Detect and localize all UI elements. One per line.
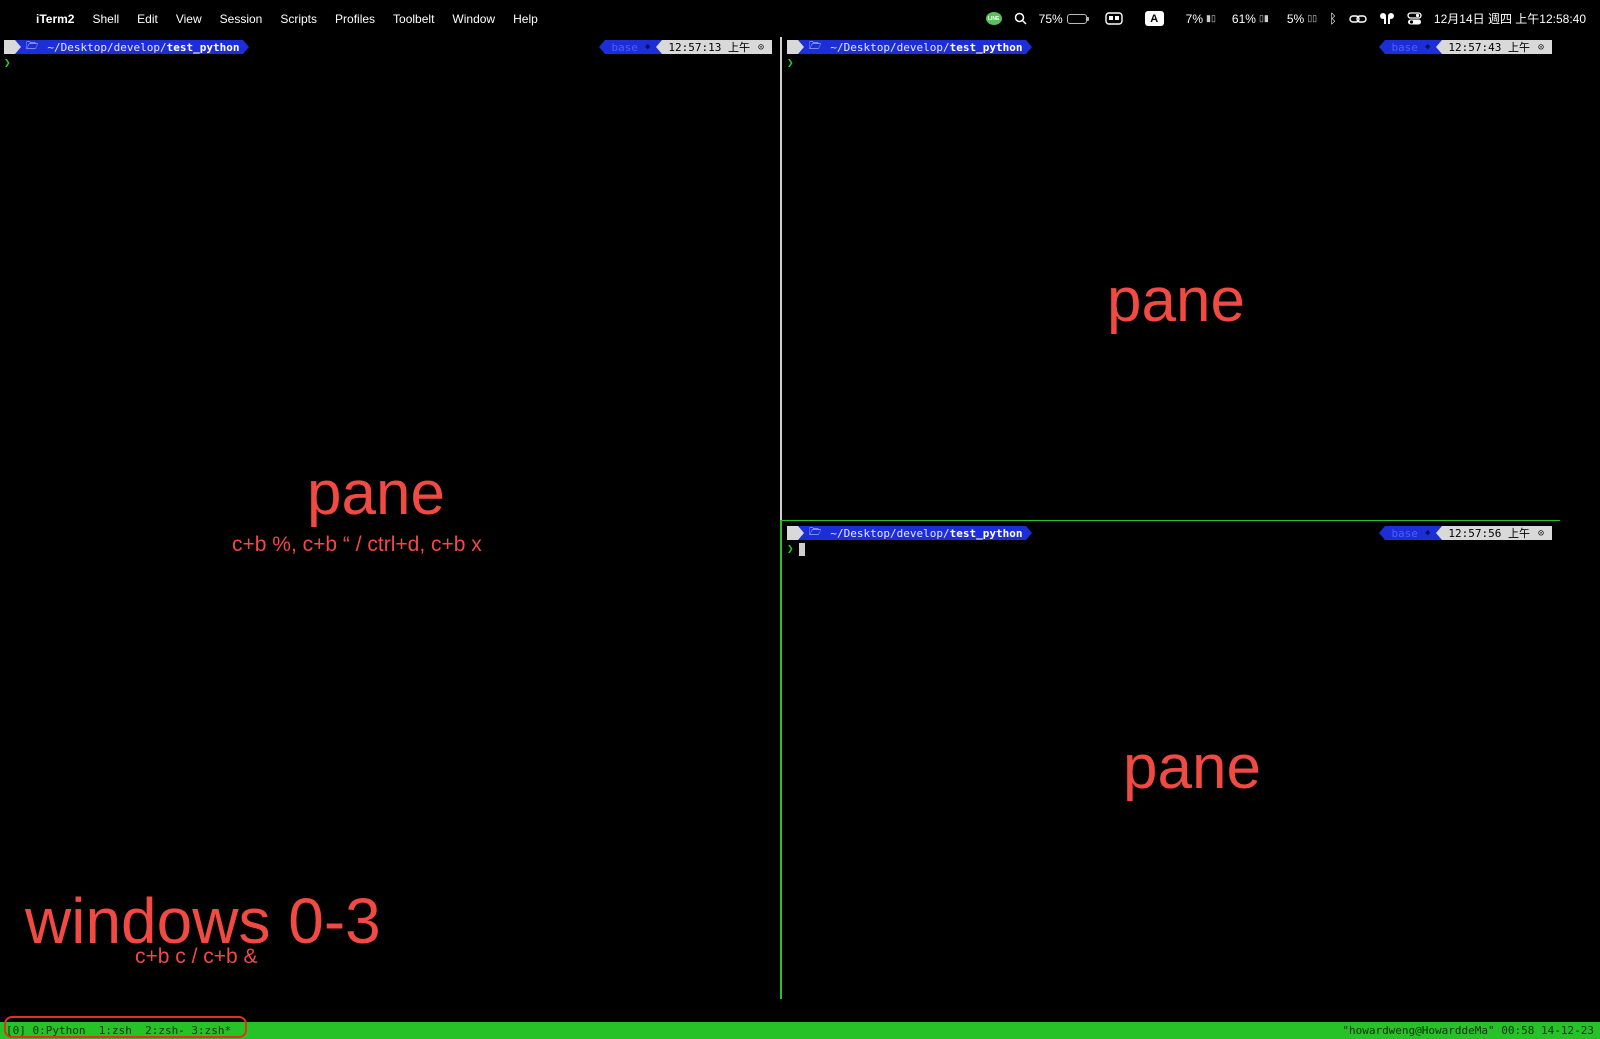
bluetooth-icon[interactable]: ᛒ (1329, 11, 1337, 26)
control-center-icon[interactable] (1407, 12, 1422, 25)
battery-percent: 75% (1038, 11, 1063, 26)
apple-os-icon (787, 526, 798, 540)
dir-prefix: ~/Desktop/develop/ (830, 526, 950, 540)
text-cursor (799, 543, 805, 556)
annotation-pane-shortcuts: c+b %, c+b “ / ctrl+d, c+b x (232, 533, 482, 556)
pane-divider-vertical-bottom (780, 520, 782, 999)
pane-divider-vertical-top (780, 37, 782, 520)
dir-name: test_python (949, 40, 1023, 54)
folder-icon: 🗁 (809, 40, 822, 52)
clock-icon: ⊙ (1537, 41, 1544, 53)
prompt-caret: ❯ (787, 542, 794, 555)
prompt-time: 12:57:56 上午 (1448, 527, 1530, 540)
conda-env-segment: base ◆ (605, 40, 657, 54)
prompt-line: 🗁 ~/Desktop/develop/test_python base ◆ 12:… (787, 40, 1552, 54)
folder-icon: 🗁 (809, 526, 822, 538)
menu-app-name[interactable]: iTerm2 (36, 12, 74, 26)
annotation-pane-top-right: pane (1107, 266, 1245, 335)
tmux-status-right: "howardweng@HowarddeMa" 00:58 14-12-23 (1342, 1024, 1594, 1037)
battery-status[interactable]: 75% (1038, 11, 1089, 26)
annotation-window-shortcuts: c+b c / c+b & (135, 945, 258, 968)
memory-status[interactable]: 61% ▯▮ (1232, 12, 1269, 26)
prompt-right: base ◆ 12:57:56 上午 ⊙ (1379, 526, 1552, 540)
prompt-time: 12:57:13 上午 (668, 41, 750, 54)
prompt-caret: ❯ (787, 56, 794, 69)
cpu-status[interactable]: 7% ▮▯ (1186, 12, 1216, 26)
prompt-directory: 🗁 ~/Desktop/develop/test_python (21, 40, 244, 54)
prompt-line: 🗁 ~/Desktop/develop/test_python base ◆ 12:… (4, 40, 772, 54)
menu-edit[interactable]: Edit (137, 12, 158, 26)
powerline-separator (1026, 526, 1033, 540)
apple-os-icon (787, 40, 798, 54)
memory-bars-icon: ▯▮ (1258, 13, 1269, 23)
annotation-highlight-box (4, 1016, 247, 1038)
memory-percent: 61% (1231, 11, 1256, 26)
dir-name: test_python (949, 526, 1023, 540)
menu-session[interactable]: Session (220, 12, 263, 26)
menu-window[interactable]: Window (452, 12, 495, 26)
pane-divider-vertical[interactable] (780, 37, 782, 999)
menu-shell[interactable]: Shell (92, 12, 119, 26)
menu-profiles[interactable]: Profiles (335, 12, 375, 26)
disk-status[interactable]: 5% ▯▯ (1287, 12, 1317, 26)
powerline-separator (1026, 40, 1033, 54)
conda-env-name: base (611, 40, 638, 54)
prompt-left: 🗁 ~/Desktop/develop/test_python (787, 40, 1033, 54)
game-controller-icon[interactable] (1104, 12, 1123, 25)
line-app-icon[interactable]: LINE (985, 12, 1002, 25)
annotation-pane-left: pane (307, 459, 445, 528)
clock-icon: ⊙ (757, 41, 764, 53)
cpu-bars-icon: ▮▯ (1206, 13, 1216, 23)
prompt-line: 🗁 ~/Desktop/develop/test_python base ◆ 12:… (787, 526, 1552, 540)
python-icon: ◆ (1424, 528, 1431, 538)
prompt-time-segment: 12:57:56 上午 ⊙ (1442, 526, 1552, 540)
prompt-caret: ❯ (4, 56, 11, 69)
cpu-percent: 7% (1185, 11, 1204, 26)
menu-clock[interactable]: 12月14日 週四 上午12:58:40 (1434, 10, 1586, 27)
dir-prefix: ~/Desktop/develop/ (830, 40, 950, 54)
battery-icon (1066, 13, 1089, 24)
spotlight-search-icon[interactable] (1014, 12, 1027, 25)
annotation-pane-bottom-right: pane (1123, 733, 1261, 802)
prompt-time: 12:57:43 上午 (1448, 41, 1530, 54)
menu-bar-left: iTerm2 Shell Edit View Session Scripts P… (16, 12, 556, 26)
conda-env-segment: base ◆ (1385, 526, 1437, 540)
prompt-left: 🗁 ~/Desktop/develop/test_python (787, 526, 1033, 540)
airpods-icon[interactable] (1379, 12, 1395, 25)
menu-bar: iTerm2 Shell Edit View Session Scripts P… (0, 0, 1600, 37)
conda-env-name: base (1391, 526, 1418, 540)
menu-scripts[interactable]: Scripts (280, 12, 317, 26)
disk-bars-icon: ▯▯ (1307, 13, 1318, 23)
conda-env-name: base (1391, 40, 1418, 54)
prompt-time-segment: 12:57:43 上午 ⊙ (1442, 40, 1552, 54)
prompt-left: 🗁 ~/Desktop/develop/test_python (4, 40, 250, 54)
input-source-icon[interactable]: A (1144, 11, 1164, 26)
link-icon[interactable] (1349, 13, 1367, 25)
disk-percent: 5% (1286, 11, 1305, 26)
pane-divider-horizontal[interactable] (782, 520, 1560, 521)
clock-icon: ⊙ (1537, 527, 1544, 539)
folder-icon: 🗁 (26, 40, 39, 52)
menu-view[interactable]: View (176, 12, 202, 26)
dir-name: test_python (166, 40, 240, 54)
menu-toolbelt[interactable]: Toolbelt (393, 12, 434, 26)
apple-os-icon (4, 40, 15, 54)
python-icon: ◆ (644, 42, 651, 52)
dir-prefix: ~/Desktop/develop/ (47, 40, 167, 54)
menu-help[interactable]: Help (513, 12, 538, 26)
menu-bar-extras: LINE 75% A 7% ▮▯ 61% ▯▮ 5% ▯▯ ᛒ 12月14日 週… (974, 10, 1586, 27)
python-icon: ◆ (1424, 42, 1431, 52)
prompt-right: base ◆ 12:57:43 上午 ⊙ (1379, 40, 1552, 54)
prompt-time-segment: 12:57:13 上午 ⊙ (662, 40, 772, 54)
conda-env-segment: base ◆ (1385, 40, 1437, 54)
prompt-right: base ◆ 12:57:13 上午 ⊙ (599, 40, 772, 54)
prompt-directory: 🗁 ~/Desktop/develop/test_python (804, 526, 1027, 540)
powerline-separator (243, 40, 250, 54)
prompt-directory: 🗁 ~/Desktop/develop/test_python (804, 40, 1027, 54)
